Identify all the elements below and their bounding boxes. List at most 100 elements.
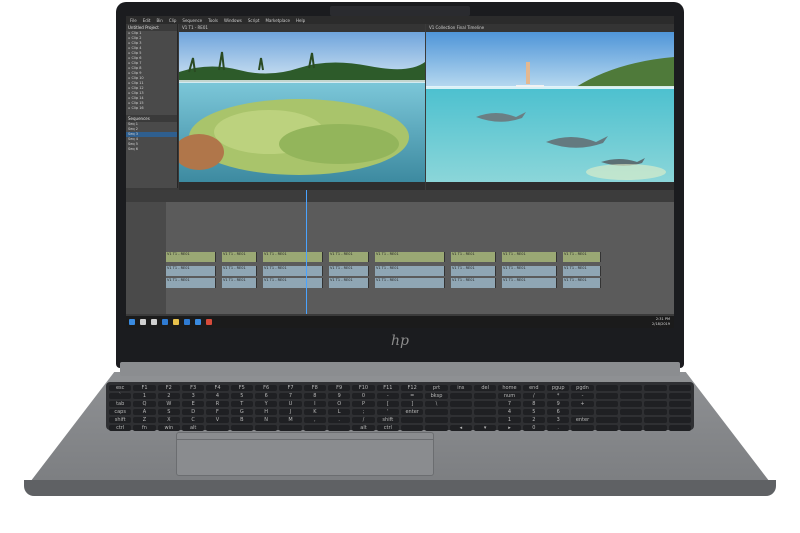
timeline-clip[interactable]: V1 T1 - RE01 [263,266,323,276]
keyboard-key[interactable]: E [182,401,205,407]
keyboard-key[interactable]: H [255,409,278,415]
menu-item[interactable]: Clip [169,18,177,23]
edge-icon[interactable] [162,319,168,325]
keyboard-key[interactable]: 8 [522,401,545,407]
track-headers[interactable] [126,202,166,314]
start-icon[interactable] [129,319,135,325]
keyboard-key[interactable]: fn [133,425,156,431]
keyboard-key[interactable]: ] [401,401,424,407]
timeline-clip[interactable]: V1 T1 - RE01 [166,266,216,276]
keyboard-key[interactable] [474,409,497,415]
keyboard-key[interactable]: ◂ [449,425,472,431]
keyboard-key[interactable]: F8 [303,385,326,391]
keyboard-key[interactable]: - [571,393,594,399]
keyboard-key[interactable] [425,425,448,431]
keyboard-key[interactable]: 6 [547,409,570,415]
keyboard-key[interactable] [620,409,643,415]
keyboard-key[interactable]: 6 [255,393,278,399]
keyboard-key[interactable]: 0 [522,425,545,431]
timeline-clip[interactable]: V1 T1 - RE01 [166,278,216,288]
timeline-clip[interactable]: V1 T1 - RE01 [375,252,445,262]
keyboard-key[interactable]: ` [109,393,132,399]
keyboard-key[interactable] [668,425,691,431]
keyboard-key[interactable]: shift [109,417,132,423]
keyboard-key[interactable] [425,417,448,423]
timeline-track-a1[interactable]: V1 T1 - RE01 V1 T1 - RE01 V1 T1 - RE01 V1 T… [166,266,674,276]
keyboard-key[interactable] [425,409,448,415]
keyboard-key[interactable]: 3 [182,393,205,399]
keyboard-key[interactable]: pgdn [571,385,594,391]
timeline-clip[interactable]: V1 T1 - RE01 [263,278,323,288]
keyboard-key[interactable]: I [303,401,326,407]
keyboard-key[interactable] [474,401,497,407]
keyboard-key[interactable]: ▸ [498,425,521,431]
keyboard-key[interactable] [449,401,472,407]
keyboard-key[interactable] [644,409,667,415]
keyboard-key[interactable] [668,401,691,407]
keyboard-key[interactable]: * [547,393,570,399]
timeline-track-v1[interactable]: V1 T1 - RE01 V1 T1 - RE01 V1 T1 - RE01 V1 T… [166,252,674,262]
timeline-clip[interactable]: V1 T1 - RE01 [563,252,601,262]
menu-item[interactable]: File [130,18,137,23]
keyboard-key[interactable]: home [498,385,521,391]
keyboard-key[interactable] [668,409,691,415]
menu-item[interactable]: Tools [208,18,218,23]
keyboard-key[interactable]: O [328,401,351,407]
keyboard-key[interactable]: F7 [279,385,302,391]
keyboard-key[interactable] [474,393,497,399]
timeline-clip[interactable]: V1 T1 - RE01 [563,266,601,276]
keyboard-key[interactable] [571,409,594,415]
menu-item[interactable]: Bin [156,18,162,23]
keyboard-key[interactable]: W [157,401,180,407]
keyboard-key[interactable] [668,385,691,391]
keyboard-key[interactable]: 4 [498,409,521,415]
keyboard-key[interactable]: pgup [547,385,570,391]
keyboard-key[interactable]: ctrl [109,425,132,431]
timeline-playhead[interactable] [306,190,307,314]
keyboard-key[interactable]: M [279,417,302,423]
keyboard-key[interactable]: \ [425,401,448,407]
keyboard-key[interactable]: - [376,393,399,399]
keyboard-key[interactable]: 5 [230,393,253,399]
keyboard-key[interactable]: U [279,401,302,407]
sequence-item[interactable]: Seq 6 [126,147,177,152]
keyboard-key[interactable] [449,393,472,399]
touchpad-buttons[interactable] [176,432,434,440]
keyboard-key[interactable] [620,393,643,399]
timeline-clip[interactable]: V1 T1 - RE01 [451,266,496,276]
keyboard-key[interactable]: alt [352,425,375,431]
keyboard-key[interactable]: 8 [303,393,326,399]
keyboard-key[interactable] [668,417,691,423]
keyboard-key[interactable]: 1 [498,417,521,423]
keyboard-key[interactable]: alt [182,425,205,431]
keyboard-key[interactable] [449,417,472,423]
keyboard-key[interactable]: R [206,401,229,407]
keyboard-key[interactable]: F10 [352,385,375,391]
keyboard-key[interactable]: 9 [328,393,351,399]
timeline-clip[interactable]: V1 T1 - RE01 [502,252,557,262]
keyboard-key[interactable]: / [352,417,375,423]
keyboard-key[interactable] [230,425,253,431]
keyboard-key[interactable] [571,425,594,431]
keyboard-key[interactable]: num [498,393,521,399]
keyboard-key[interactable]: G [230,409,253,415]
keyboard-key[interactable]: F12 [401,385,424,391]
keyboard-key[interactable] [255,425,278,431]
keyboard-key[interactable]: N [255,417,278,423]
keyboard-key[interactable]: K [303,409,326,415]
keyboard-key[interactable]: 2 [522,417,545,423]
search-icon[interactable] [140,319,146,325]
menu-item[interactable]: Help [296,18,305,23]
timeline-clip[interactable]: V1 T1 - RE01 [451,278,496,288]
keyboard-key[interactable]: 9 [547,401,570,407]
keyboard-key[interactable]: A [133,409,156,415]
keyboard-key[interactable]: 5 [522,409,545,415]
record-transport-controls[interactable] [426,182,674,190]
timeline-clip[interactable]: V1 T1 - RE01 [502,266,557,276]
keyboard-key[interactable]: F4 [206,385,229,391]
keyboard-key[interactable] [620,401,643,407]
keyboard-key[interactable]: L [328,409,351,415]
keyboard-key[interactable]: B [230,417,253,423]
keyboard-key[interactable] [644,425,667,431]
keyboard-key[interactable] [595,401,618,407]
